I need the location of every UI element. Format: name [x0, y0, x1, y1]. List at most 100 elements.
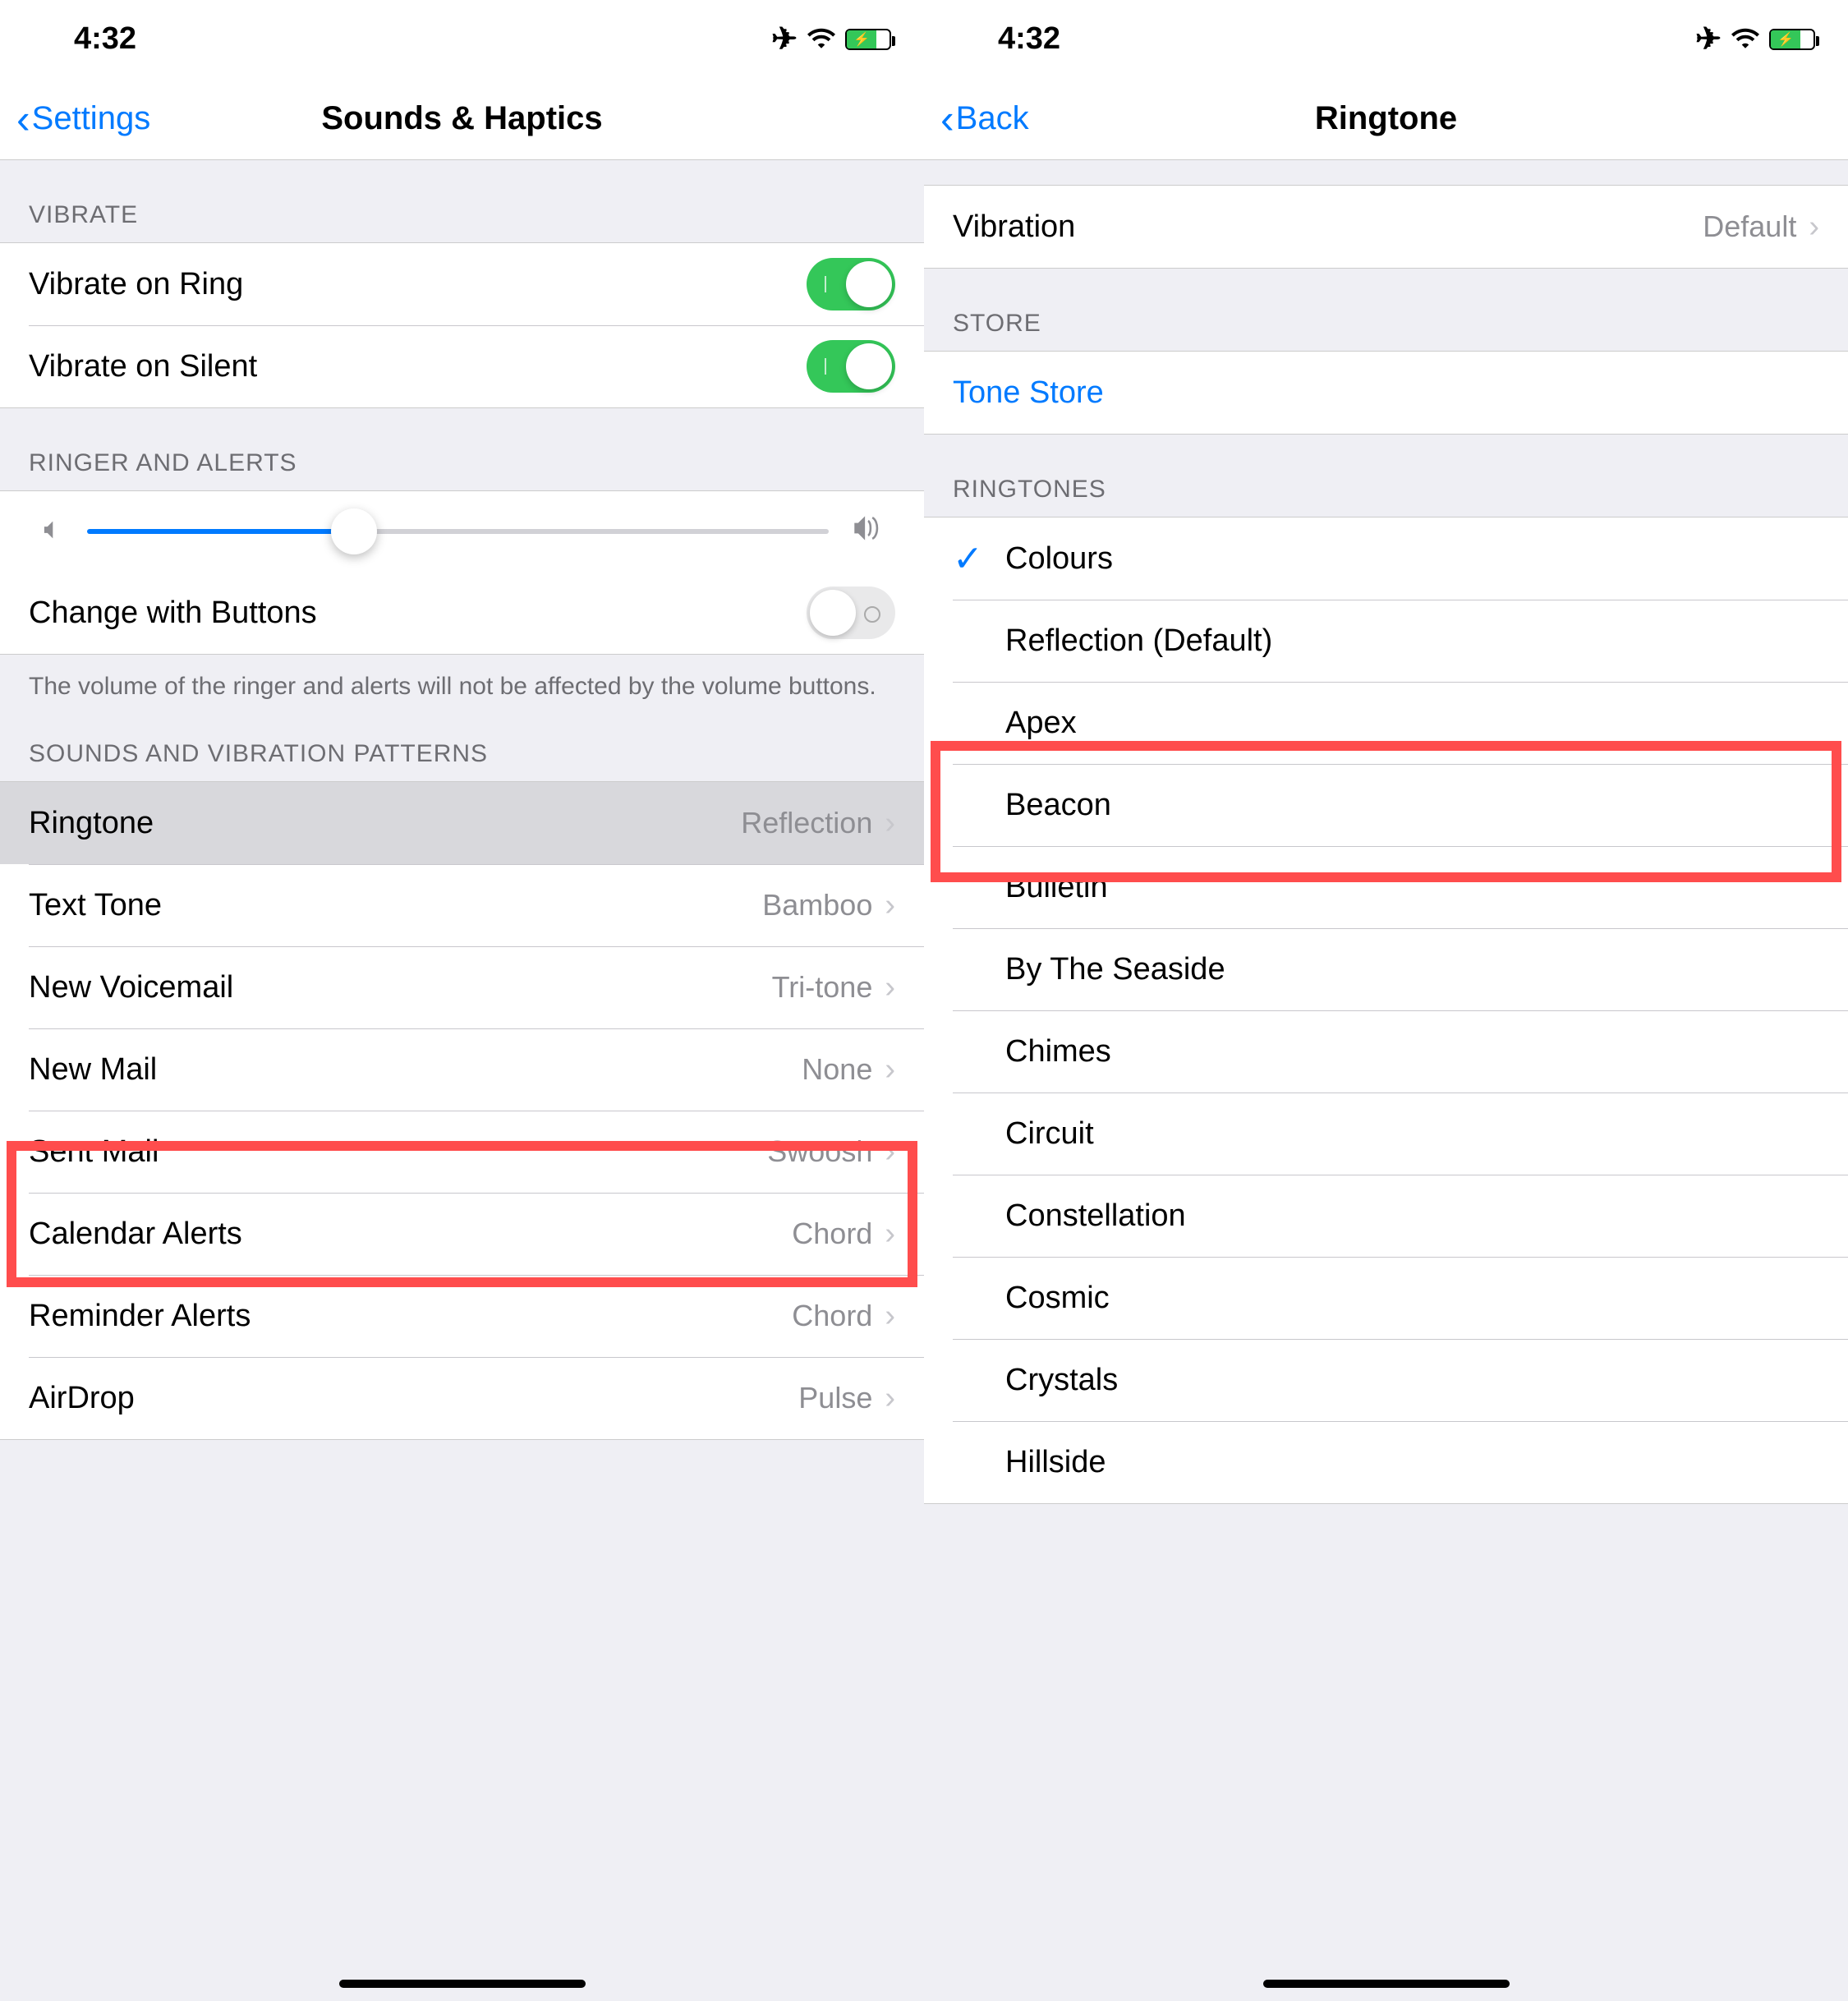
- row-new-voicemail[interactable]: New Voicemail Tri-tone ›: [0, 946, 924, 1028]
- cell-label: Vibration: [953, 209, 1703, 245]
- ringtone-bulletin[interactable]: Bulletin: [924, 846, 1848, 928]
- screen-sounds-haptics: 4:32 ✈︎ ⚡ ‹ Settings Sounds & Haptics VI…: [0, 0, 924, 2001]
- cell-label: Sent Mail: [29, 1134, 767, 1170]
- row-ringtone[interactable]: Ringtone Reflection ›: [0, 782, 924, 864]
- ringtone-chimes[interactable]: Chimes: [924, 1010, 1848, 1092]
- chevron-right-icon: ›: [885, 1299, 895, 1334]
- chevron-right-icon: ›: [885, 806, 895, 841]
- ringtone-cosmic[interactable]: Cosmic: [924, 1257, 1848, 1339]
- ringtone-label: Circuit: [1005, 1116, 1819, 1152]
- cell-value: Default: [1703, 209, 1796, 244]
- chevron-left-icon: ‹: [16, 95, 30, 143]
- screen-ringtone: 4:32 ✈︎ ⚡ ‹ Back Ringtone Vibration Defa…: [924, 0, 1848, 2001]
- airplane-icon: ✈︎: [1695, 21, 1722, 58]
- ringtone-label: Apex: [1005, 706, 1819, 741]
- chevron-right-icon: ›: [885, 1217, 895, 1252]
- row-tone-store[interactable]: Tone Store: [924, 352, 1848, 434]
- row-text-tone[interactable]: Text Tone Bamboo ›: [0, 864, 924, 946]
- row-reminder-alerts[interactable]: Reminder Alerts Chord ›: [0, 1275, 924, 1357]
- chevron-right-icon: ›: [885, 1052, 895, 1088]
- chevron-right-icon: ›: [885, 1381, 895, 1416]
- section-header-store: STORE: [924, 269, 1848, 351]
- cell-value: None: [802, 1052, 872, 1087]
- section-header-ringtones: RINGTONES: [924, 435, 1848, 517]
- toggle-vibrate-silent[interactable]: [807, 340, 895, 393]
- cell-label: Tone Store: [953, 375, 1819, 411]
- status-time: 4:32: [957, 21, 1695, 57]
- row-sent-mail[interactable]: Sent Mail Swoosh ›: [0, 1111, 924, 1193]
- back-label: Back: [956, 100, 1029, 137]
- cell-label: Ringtone: [29, 806, 741, 841]
- chevron-left-icon: ‹: [940, 95, 954, 143]
- cell-label: Text Tone: [29, 888, 762, 923]
- ringtone-crystals[interactable]: Crystals: [924, 1339, 1848, 1421]
- volume-slider[interactable]: [87, 529, 829, 534]
- cell-label: Vibrate on Silent: [29, 349, 807, 384]
- section-header-vibrate: VIBRATE: [0, 160, 924, 242]
- row-new-mail[interactable]: New Mail None ›: [0, 1028, 924, 1111]
- ringtone-apex[interactable]: Apex: [924, 682, 1848, 764]
- footer-volume-note: The volume of the ringer and alerts will…: [0, 655, 924, 712]
- ringtone-circuit[interactable]: Circuit: [924, 1092, 1848, 1175]
- volume-slider-row: [0, 491, 924, 572]
- cell-label: Change with Buttons: [29, 596, 807, 631]
- wifi-icon: [1731, 21, 1759, 57]
- ringtone-constellation[interactable]: Constellation: [924, 1175, 1848, 1257]
- cell-value: Tri-tone: [772, 970, 873, 1005]
- section-header-sounds: SOUNDS AND VIBRATION PATTERNS: [0, 712, 924, 781]
- ringtone-label: Crystals: [1005, 1363, 1819, 1398]
- cell-value: Bamboo: [762, 888, 872, 922]
- row-vibration[interactable]: Vibration Default ›: [924, 186, 1848, 268]
- ringtone-by-the-seaside[interactable]: By The Seaside: [924, 928, 1848, 1010]
- cell-value: Swoosh: [767, 1134, 872, 1169]
- row-vibrate-on-ring[interactable]: Vibrate on Ring: [0, 243, 924, 325]
- chevron-right-icon: ›: [885, 888, 895, 923]
- airplane-icon: ✈︎: [771, 21, 798, 58]
- home-indicator[interactable]: [1263, 1980, 1510, 1988]
- cell-value: Chord: [792, 1217, 872, 1251]
- battery-icon: ⚡: [845, 29, 891, 50]
- chevron-right-icon: ›: [885, 1134, 895, 1170]
- ringtone-label: Cosmic: [1005, 1281, 1819, 1316]
- ringtone-label: Chimes: [1005, 1034, 1819, 1070]
- ringtone-label: Bulletin: [1005, 870, 1819, 905]
- chevron-right-icon: ›: [1809, 209, 1819, 245]
- ringtone-label: Beacon: [1005, 788, 1819, 823]
- ringtone-colours[interactable]: ✓ Colours: [924, 518, 1848, 600]
- cell-label: New Mail: [29, 1052, 802, 1088]
- slider-thumb[interactable]: [331, 508, 377, 554]
- ringtone-label: Colours: [1005, 541, 1819, 577]
- nav-bar: ‹ Settings Sounds & Haptics: [0, 78, 924, 160]
- section-header-ringer: RINGER AND ALERTS: [0, 408, 924, 490]
- speaker-high-icon: [853, 516, 883, 547]
- battery-icon: ⚡: [1769, 29, 1815, 50]
- cell-label: Calendar Alerts: [29, 1217, 792, 1252]
- cell-value: Chord: [792, 1299, 872, 1333]
- row-calendar-alerts[interactable]: Calendar Alerts Chord ›: [0, 1193, 924, 1275]
- checkmark-icon: ✓: [953, 538, 1005, 580]
- cell-value: Pulse: [798, 1381, 872, 1415]
- status-bar: 4:32 ✈︎ ⚡: [0, 0, 924, 78]
- row-change-with-buttons[interactable]: Change with Buttons: [0, 572, 924, 654]
- ringtone-reflection[interactable]: Reflection (Default): [924, 600, 1848, 682]
- cell-label: AirDrop: [29, 1381, 798, 1416]
- ringtone-label: Hillside: [1005, 1445, 1819, 1480]
- nav-bar: ‹ Back Ringtone: [924, 78, 1848, 160]
- chevron-right-icon: ›: [885, 970, 895, 1005]
- back-label: Settings: [32, 100, 151, 137]
- status-bar: 4:32 ✈︎ ⚡: [924, 0, 1848, 78]
- ringtone-label: Reflection (Default): [1005, 623, 1819, 659]
- toggle-change-buttons[interactable]: [807, 586, 895, 639]
- back-button[interactable]: ‹ Settings: [16, 95, 230, 143]
- row-vibrate-on-silent[interactable]: Vibrate on Silent: [0, 325, 924, 407]
- ringtone-beacon[interactable]: Beacon: [924, 764, 1848, 846]
- speaker-low-icon: [41, 517, 62, 547]
- row-airdrop[interactable]: AirDrop Pulse ›: [0, 1357, 924, 1439]
- ringtone-label: By The Seaside: [1005, 952, 1819, 987]
- ringtone-hillside[interactable]: Hillside: [924, 1421, 1848, 1503]
- back-button[interactable]: ‹ Back: [940, 95, 1154, 143]
- cell-label: Reminder Alerts: [29, 1299, 792, 1334]
- ringtone-label: Constellation: [1005, 1198, 1819, 1234]
- home-indicator[interactable]: [339, 1980, 586, 1988]
- toggle-vibrate-ring[interactable]: [807, 258, 895, 310]
